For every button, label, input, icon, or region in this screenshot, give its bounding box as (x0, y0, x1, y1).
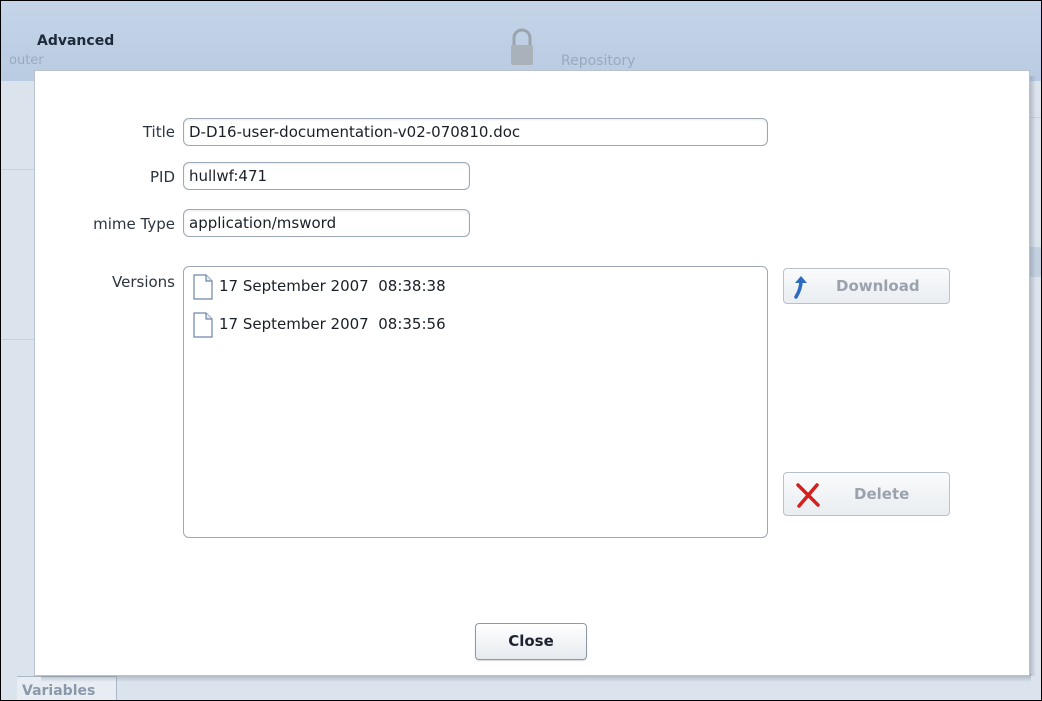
close-button[interactable]: Close (475, 623, 587, 660)
background-computer-tab: outer (9, 53, 44, 68)
version-label: 17 September 2007 08:35:56 (219, 315, 446, 333)
mime-type-field[interactable]: application/msword (183, 209, 470, 237)
app-frame: Advanced outer Repository Variables Titl… (0, 0, 1042, 701)
background-divider (1, 339, 35, 340)
pid-label: PID (149, 168, 175, 186)
versions-label: Versions (112, 273, 175, 291)
delete-button-label: Delete (854, 485, 910, 503)
lock-icon (511, 28, 533, 65)
mime-type-label: mime Type (93, 215, 175, 233)
version-label: 17 September 2007 08:38:38 (219, 277, 446, 295)
list-item[interactable]: 17 September 2007 08:38:38 (193, 274, 767, 312)
download-button[interactable]: Download (783, 268, 950, 304)
red-x-icon (796, 483, 820, 508)
background-divider (1, 169, 35, 170)
list-item[interactable]: 17 September 2007 08:35:56 (193, 312, 767, 350)
up-arrow-icon (794, 276, 807, 299)
delete-button[interactable]: Delete (783, 472, 950, 516)
document-icon (193, 274, 213, 300)
title-label: Title (142, 123, 175, 141)
background-section-title: Advanced (37, 33, 115, 49)
document-icon (193, 312, 213, 338)
background-repository-tab: Repository (561, 53, 636, 69)
versions-list[interactable]: 17 September 2007 08:38:38 17 September … (183, 266, 768, 538)
title-field[interactable]: D-D16-user-documentation-v02-070810.doc (183, 118, 768, 146)
download-button-label: Download (836, 277, 920, 295)
pid-field[interactable]: hullwf:471 (183, 162, 470, 190)
datastream-dialog: Title D-D16-user-documentation-v02-07081… (34, 70, 1030, 676)
